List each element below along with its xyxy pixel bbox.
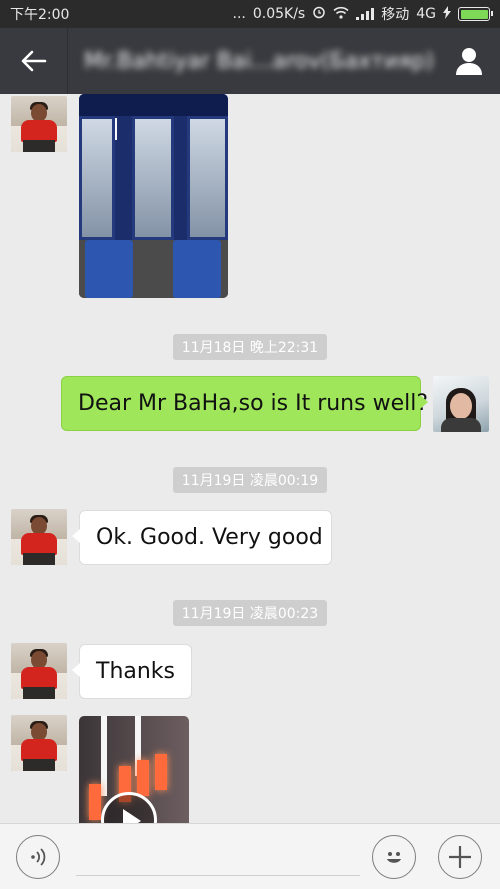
status-dots: ...: [232, 6, 246, 22]
play-icon[interactable]: [101, 792, 157, 823]
message-list[interactable]: 11月18日 晚上22:31 Dear Mr BaHa,so is It run…: [0, 94, 500, 823]
person-icon: [456, 48, 482, 75]
contact-avatar[interactable]: [11, 643, 67, 699]
back-button[interactable]: [0, 28, 68, 94]
contact-avatar[interactable]: [11, 715, 67, 771]
message-text: Thanks: [96, 659, 176, 684]
network-speed: 0.05K/s: [252, 6, 306, 22]
wifi-icon: [333, 6, 349, 23]
battery-icon: [458, 7, 493, 21]
message-text: Dear Mr BaHa,so is It runs well?: [78, 391, 429, 416]
arrow-left-icon: [21, 50, 46, 72]
image-message[interactable]: [79, 94, 228, 298]
plus-icon: [449, 846, 471, 868]
carrier-name: 移动: [381, 7, 410, 23]
incoming-message-bubble[interactable]: Thanks: [72, 644, 192, 699]
alarm-icon: [312, 5, 326, 23]
chat-header: Mr.Bahtiyar Bai...arov(Бахтияр): [0, 28, 500, 94]
voice-icon: [31, 848, 46, 866]
status-time: 下午2:00: [10, 7, 70, 23]
more-button[interactable]: [438, 835, 482, 879]
contact-avatar[interactable]: [11, 509, 67, 565]
timestamp: 11月18日 晚上22:31: [0, 334, 500, 360]
timestamp: 11月19日 凌晨00:19: [0, 467, 500, 493]
message-input[interactable]: [76, 838, 360, 876]
input-bar: [0, 823, 500, 889]
my-avatar[interactable]: [433, 376, 489, 432]
charging-icon: [443, 5, 451, 23]
emoji-icon: [387, 852, 401, 863]
video-message[interactable]: [79, 716, 189, 823]
incoming-message-bubble[interactable]: Ok. Good. Very good: [72, 510, 332, 565]
chat-info-button[interactable]: [438, 28, 500, 94]
outgoing-message-bubble[interactable]: Dear Mr BaHa,so is It runs well?: [61, 376, 428, 431]
emoji-button[interactable]: [372, 835, 416, 879]
chat-title: Mr.Bahtiyar Bai...arov(Бахтияр): [84, 48, 435, 74]
contact-avatar[interactable]: [11, 96, 67, 152]
signal-icon: [356, 8, 375, 20]
network-type: 4G: [416, 6, 436, 22]
timestamp: 11月19日 凌晨00:23: [0, 600, 500, 626]
status-bar: 下午2:00 ... 0.05K/s 移动 4G: [0, 0, 500, 28]
voice-button[interactable]: [16, 835, 60, 879]
message-text: Ok. Good. Very good: [96, 525, 323, 550]
